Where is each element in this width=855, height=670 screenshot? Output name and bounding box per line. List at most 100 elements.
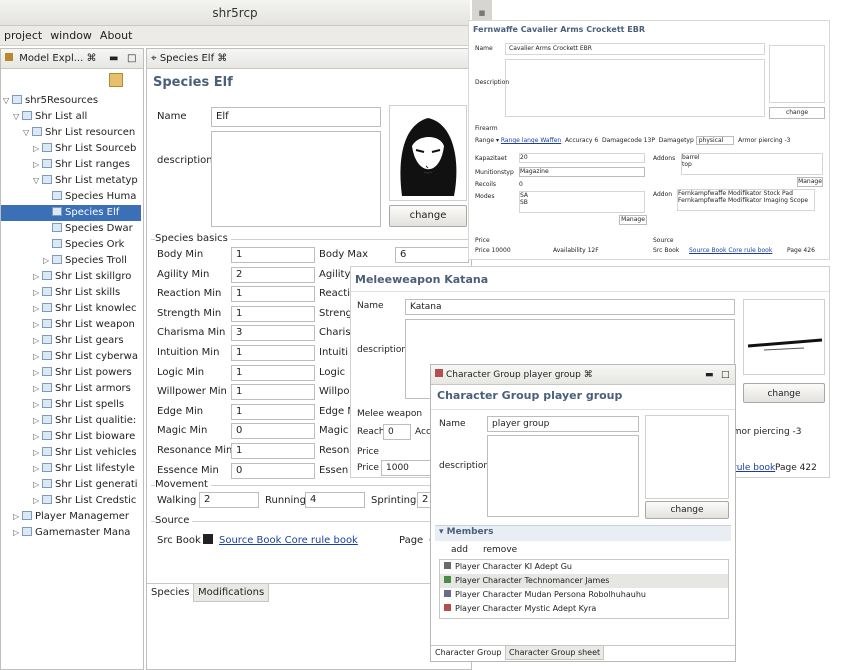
- tree-expand-icon[interactable]: ▷: [33, 493, 42, 509]
- melee-price-field[interactable]: 1000: [381, 460, 431, 476]
- minimize-icon[interactable]: ▬: [109, 49, 118, 69]
- tree-expand-icon[interactable]: ▷: [13, 525, 22, 541]
- tree-expand-icon[interactable]: ▽: [13, 109, 22, 125]
- attribute-min-field[interactable]: 1: [231, 364, 315, 381]
- tree-item[interactable]: ▷ Shr List skillgro: [33, 269, 131, 285]
- tree-item[interactable]: ▷ Shr List armors: [33, 381, 131, 397]
- recoils-value[interactable]: 0: [519, 181, 523, 188]
- addon-item[interactable]: barrel: [682, 154, 822, 161]
- firearm-src-link[interactable]: Source Book Core rule book: [689, 247, 772, 254]
- species-editor-tab[interactable]: ⌖ Species Elf ⌘: [147, 49, 471, 69]
- attribute-min-field[interactable]: 1: [231, 443, 315, 459]
- tree-expand-icon[interactable]: ▷: [33, 317, 42, 333]
- tree-item[interactable]: ▷ Shr List weapon: [33, 317, 135, 333]
- tree-item[interactable]: ▷ Shr List spells: [33, 397, 124, 413]
- tree-item[interactable]: ▷ Shr List ranges: [33, 157, 130, 173]
- tree-item[interactable]: Species Huma: [43, 189, 136, 205]
- tab-modifications[interactable]: Modifications: [193, 584, 270, 602]
- firearm-change-button[interactable]: change: [769, 107, 825, 119]
- tree-expand-icon[interactable]: ▷: [33, 333, 42, 349]
- tree-item[interactable]: ▷ Shr List powers: [33, 365, 132, 381]
- munitions-select[interactable]: Magazine: [519, 167, 645, 177]
- attribute-min-field[interactable]: 1: [231, 247, 315, 263]
- tree-expand-icon[interactable]: ▷: [33, 477, 42, 493]
- range-link[interactable]: Range lange Waffen: [501, 137, 561, 144]
- tree-item[interactable]: ▷ Shr List cyberwa: [33, 349, 138, 365]
- tree-item[interactable]: ▷ Shr List generati: [33, 477, 138, 493]
- body-max-field[interactable]: 6: [395, 247, 469, 263]
- tree-expand-icon[interactable]: ▷: [33, 365, 42, 381]
- menu-about[interactable]: About: [96, 26, 137, 46]
- tree-expand-icon[interactable]: ▽: [33, 173, 42, 189]
- remove-member-link[interactable]: remove: [483, 545, 517, 555]
- change-image-button[interactable]: change: [389, 205, 467, 227]
- tree-item[interactable]: ▽ Shr List resourcen: [23, 125, 135, 141]
- tab-species[interactable]: Species: [151, 587, 190, 598]
- tree-expand-icon[interactable]: ▷: [33, 429, 42, 445]
- addon2-item[interactable]: Fernkampfwaffe Modifikator Imaging Scope: [678, 197, 814, 204]
- src-book-link[interactable]: Source Book Core rule book: [219, 535, 358, 546]
- attribute-min-field[interactable]: 3: [231, 325, 315, 342]
- tree-item[interactable]: ▷ Species Troll: [43, 253, 127, 269]
- modes-manage-button[interactable]: Manage: [619, 215, 647, 225]
- tree-item[interactable]: ▽ shr5Resources: [3, 93, 98, 109]
- attribute-min-field[interactable]: 0: [231, 423, 315, 440]
- tree-item[interactable]: ▷ Shr List Sourceb: [33, 141, 136, 157]
- description-field[interactable]: [211, 131, 381, 227]
- tree-expand-icon[interactable]: ▽: [3, 93, 12, 109]
- melee-change-button[interactable]: change: [743, 383, 825, 403]
- maximize-icon[interactable]: □: [127, 49, 136, 69]
- attribute-min-field[interactable]: 2: [231, 266, 315, 283]
- running-field[interactable]: 4: [305, 492, 365, 508]
- tree-item[interactable]: ▽ Shr List all: [13, 109, 87, 125]
- tree-item[interactable]: ▷ Player Managemer: [13, 509, 129, 525]
- attribute-min-field[interactable]: 1: [231, 286, 315, 303]
- group-name-field[interactable]: player group: [487, 416, 639, 432]
- tree-item[interactable]: ▷ Shr List qualitie:: [33, 413, 136, 429]
- tree-item[interactable]: ▽ Shr List metatyp: [33, 173, 138, 189]
- capacity-field[interactable]: 20: [519, 153, 645, 163]
- tab-character-group-sheet[interactable]: Character Group sheet: [505, 646, 605, 660]
- tree-item[interactable]: Species Elf: [1, 205, 141, 221]
- menu-project[interactable]: project: [0, 26, 46, 46]
- model-explorer-tab[interactable]: Model Expl... ⌘ ▬ □: [1, 49, 143, 69]
- melee-name-field[interactable]: Katana: [405, 299, 735, 315]
- link-editor-icon[interactable]: [109, 73, 123, 87]
- name-field[interactable]: Elf: [211, 107, 381, 127]
- tree-item[interactable]: ▷ Gamemaster Mana: [13, 525, 130, 541]
- tree-expand-icon[interactable]: ▷: [33, 413, 42, 429]
- attribute-min-field[interactable]: 0: [231, 462, 315, 479]
- reach-field[interactable]: 0: [383, 424, 411, 440]
- tree-expand-icon[interactable]: ▷: [33, 461, 42, 477]
- tree-expand-icon[interactable]: ▷: [43, 253, 52, 269]
- tree-item[interactable]: ▷ Shr List Credstic: [33, 493, 136, 509]
- addon-item[interactable]: top: [682, 161, 822, 168]
- attribute-min-field[interactable]: 1: [231, 305, 315, 322]
- tree-item[interactable]: ▷ Shr List lifestyle: [33, 461, 135, 477]
- character-group-tab[interactable]: Character Group player group ⌘ ▬ □: [431, 365, 735, 385]
- walking-field[interactable]: 2: [199, 492, 259, 508]
- tree-expand-icon[interactable]: ▷: [33, 141, 42, 157]
- add-member-link[interactable]: add: [451, 545, 468, 555]
- attribute-min-field[interactable]: 1: [231, 345, 315, 361]
- tree-expand-icon[interactable]: ▷: [33, 285, 42, 301]
- melee-rulebook-link[interactable]: rule book: [733, 463, 775, 473]
- minimize-icon[interactable]: ▬: [705, 365, 714, 385]
- menu-window[interactable]: window: [46, 26, 96, 46]
- tree-item[interactable]: ▷ Shr List knowlec: [33, 301, 137, 317]
- member-list-item[interactable]: Player Character Mystic Adept Kyra: [440, 602, 728, 616]
- addon2-item[interactable]: Fernkampfwaffe Modifikator Stock Pad: [678, 190, 814, 197]
- addons-list[interactable]: barrel top: [681, 153, 823, 175]
- tab-character-group[interactable]: Character Group: [435, 648, 501, 657]
- damagetyp-select[interactable]: physical: [695, 136, 735, 145]
- member-list-item[interactable]: Player Character Technomancer James: [440, 574, 728, 588]
- group-description-field[interactable]: [487, 435, 639, 517]
- attribute-min-field[interactable]: 1: [231, 384, 315, 401]
- tree-expand-icon[interactable]: ▷: [33, 397, 42, 413]
- tree-item[interactable]: Species Dwar: [43, 221, 133, 237]
- maximize-icon[interactable]: □: [721, 365, 730, 385]
- tree-item[interactable]: ▷ Shr List skills: [33, 285, 120, 301]
- group-change-button[interactable]: change: [645, 501, 729, 519]
- mode-item[interactable]: SB: [520, 199, 644, 206]
- tree-item[interactable]: ▷ Shr List vehicles: [33, 445, 136, 461]
